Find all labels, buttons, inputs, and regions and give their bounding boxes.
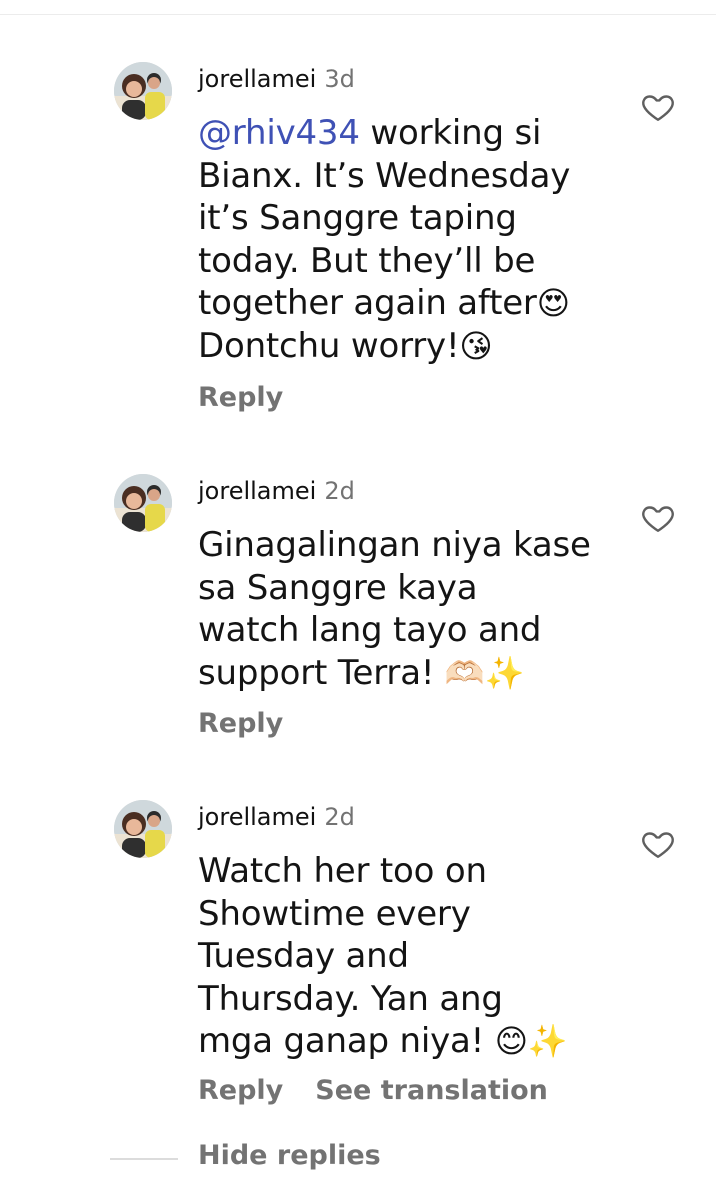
heart-outline-icon xyxy=(642,832,674,858)
comment-time: 3d xyxy=(324,65,355,93)
smiling-emoji: 😊 xyxy=(494,1022,528,1060)
avatar[interactable] xyxy=(114,474,172,532)
reply-button[interactable]: Reply xyxy=(198,1075,283,1106)
reply-button[interactable]: Reply xyxy=(198,708,283,739)
username[interactable]: jorellamei xyxy=(198,65,316,93)
heart-hands-emoji: 🫶🏻 xyxy=(444,653,485,692)
mention-link[interactable]: @rhiv434 xyxy=(198,113,360,153)
avatar[interactable] xyxy=(114,62,172,120)
username[interactable]: jorellamei xyxy=(198,477,316,505)
sparkles-emoji: ✨ xyxy=(527,1022,568,1060)
heart-outline-icon xyxy=(642,95,674,121)
avatar[interactable] xyxy=(114,800,172,858)
comment-time: 2d xyxy=(324,803,355,831)
like-button[interactable] xyxy=(640,89,676,125)
sparkles-emoji: ✨ xyxy=(484,653,525,692)
heart-outline-icon xyxy=(642,506,674,532)
heart-eyes-emoji: 😍 xyxy=(536,284,570,322)
username[interactable]: jorellamei xyxy=(198,803,316,831)
see-translation-button[interactable]: See translation xyxy=(315,1075,548,1106)
kiss-emoji: 😘 xyxy=(459,326,493,365)
like-button[interactable] xyxy=(640,500,676,536)
comment-text: Watch her too on Showtime every Tuesday … xyxy=(198,851,568,1061)
top-divider xyxy=(0,14,716,15)
hide-replies-button[interactable]: Hide replies xyxy=(198,1140,381,1171)
comment-time: 2d xyxy=(324,477,355,505)
comment-text: Ginagalingan niya kase sa Sanggre kaya w… xyxy=(198,525,591,693)
like-button[interactable] xyxy=(640,826,676,862)
reply-button[interactable]: Reply xyxy=(198,382,283,413)
replies-divider xyxy=(110,1158,178,1160)
comment-text: @rhiv434 working si Bianx. It’s Wednesda… xyxy=(198,113,571,366)
